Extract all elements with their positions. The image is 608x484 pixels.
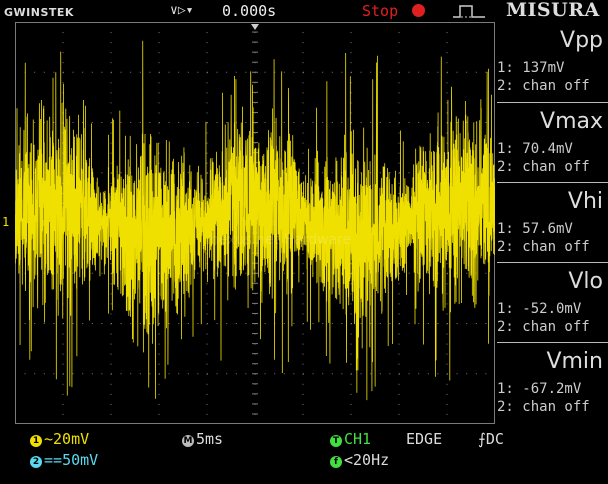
dc-coupling-icon: == bbox=[44, 451, 63, 469]
measurement-name: Vmax bbox=[540, 109, 603, 134]
top-status-bar: GWINSTEK ∨▷▾ 0.000s Stop MISURA bbox=[0, 0, 608, 22]
measurement-name: Vhi bbox=[567, 189, 603, 214]
ch1-scale-readout[interactable]: 1 ~20mV bbox=[30, 430, 89, 448]
ch1-waveform-trace bbox=[15, 40, 495, 401]
trigger-edge-icon bbox=[453, 5, 485, 18]
waveform-display[interactable] bbox=[15, 22, 495, 424]
measurement-ch1-value: 1: -67.2mV bbox=[497, 381, 582, 397]
trigger-position-marker-icon bbox=[251, 24, 259, 30]
measurement-vlo[interactable]: Vlo 1: -52.0mV 2: chan off bbox=[497, 262, 608, 343]
trigger-source: CH1 bbox=[344, 430, 372, 448]
frequency: <20Hz bbox=[344, 451, 390, 469]
stop-indicator-icon bbox=[412, 4, 425, 17]
ch2-scale: 50mV bbox=[62, 451, 99, 469]
trigger-coupling-readout[interactable]: ⨍DC bbox=[478, 430, 504, 448]
measurement-ch2-value: 2: chan off bbox=[497, 159, 590, 175]
timebase-badge-icon: M bbox=[182, 435, 194, 447]
timebase: 5ms bbox=[196, 430, 224, 448]
measurement-ch2-value: 2: chan off bbox=[497, 239, 590, 255]
trigger-badge-icon: T bbox=[330, 435, 342, 447]
measurement-ch1-value: 1: -52.0mV bbox=[497, 301, 582, 317]
measurement-name: Vpp bbox=[560, 28, 603, 53]
measurement-ch1-value: 1: 137mV bbox=[497, 60, 565, 76]
measurement-name: Vmin bbox=[546, 349, 603, 374]
frequency-badge-icon: f bbox=[330, 456, 342, 468]
measurement-ch2-value: 2: chan off bbox=[497, 319, 590, 335]
trigger-source-readout[interactable]: T CH1 bbox=[330, 430, 371, 448]
trigger-position-icon: ∨▷▾ bbox=[170, 3, 194, 18]
measurement-vmin[interactable]: Vmin 1: -67.2mV 2: chan off bbox=[497, 342, 608, 423]
ch1-badge-icon: 1 bbox=[30, 435, 42, 447]
measurement-panel: Vpp 1: 137mV 2: chan off Vmax 1: 70.4mV … bbox=[497, 22, 608, 424]
timebase-readout[interactable]: M 5ms bbox=[182, 430, 223, 448]
horizontal-delay: 0.000s bbox=[222, 2, 277, 20]
ac-coupling-icon: ~ bbox=[44, 430, 54, 448]
measurement-vmax[interactable]: Vmax 1: 70.4mV 2: chan off bbox=[497, 102, 608, 183]
measurement-ch2-value: 2: chan off bbox=[497, 78, 590, 94]
trigger-coupling: DC bbox=[485, 430, 504, 448]
trigger-mode: EDGE bbox=[406, 430, 443, 448]
ch1-scale: 20mV bbox=[53, 430, 90, 448]
measurement-vpp[interactable]: Vpp 1: 137mV 2: chan off bbox=[497, 22, 608, 102]
measurement-ch1-value: 1: 57.6mV bbox=[497, 221, 573, 237]
watermark: hexus.net Hardware bbox=[210, 232, 352, 248]
brand-logo: GWINSTEK bbox=[4, 6, 74, 19]
measurement-vhi[interactable]: Vhi 1: 57.6mV 2: chan off bbox=[497, 182, 608, 263]
ch2-badge-icon: 2 bbox=[30, 456, 42, 468]
ch1-ground-marker-icon: 1 bbox=[2, 215, 10, 229]
ch2-scale-readout[interactable]: 2 ==50mV bbox=[30, 451, 98, 469]
run-stop-status[interactable]: Stop bbox=[362, 2, 398, 20]
frequency-readout: f <20Hz bbox=[330, 451, 389, 469]
measurement-ch1-value: 1: 70.4mV bbox=[497, 141, 573, 157]
bottom-status-bar: 1 ~20mV 2 ==50mV M 5ms T CH1 EDGE ⨍DC f <20Hz bbox=[0, 424, 608, 484]
measurement-ch2-value: 2: chan off bbox=[497, 399, 590, 415]
measurement-name: Vlo bbox=[568, 269, 603, 294]
menu-title: MISURA bbox=[506, 0, 600, 21]
rising-edge-icon: ⨍ bbox=[478, 430, 486, 448]
